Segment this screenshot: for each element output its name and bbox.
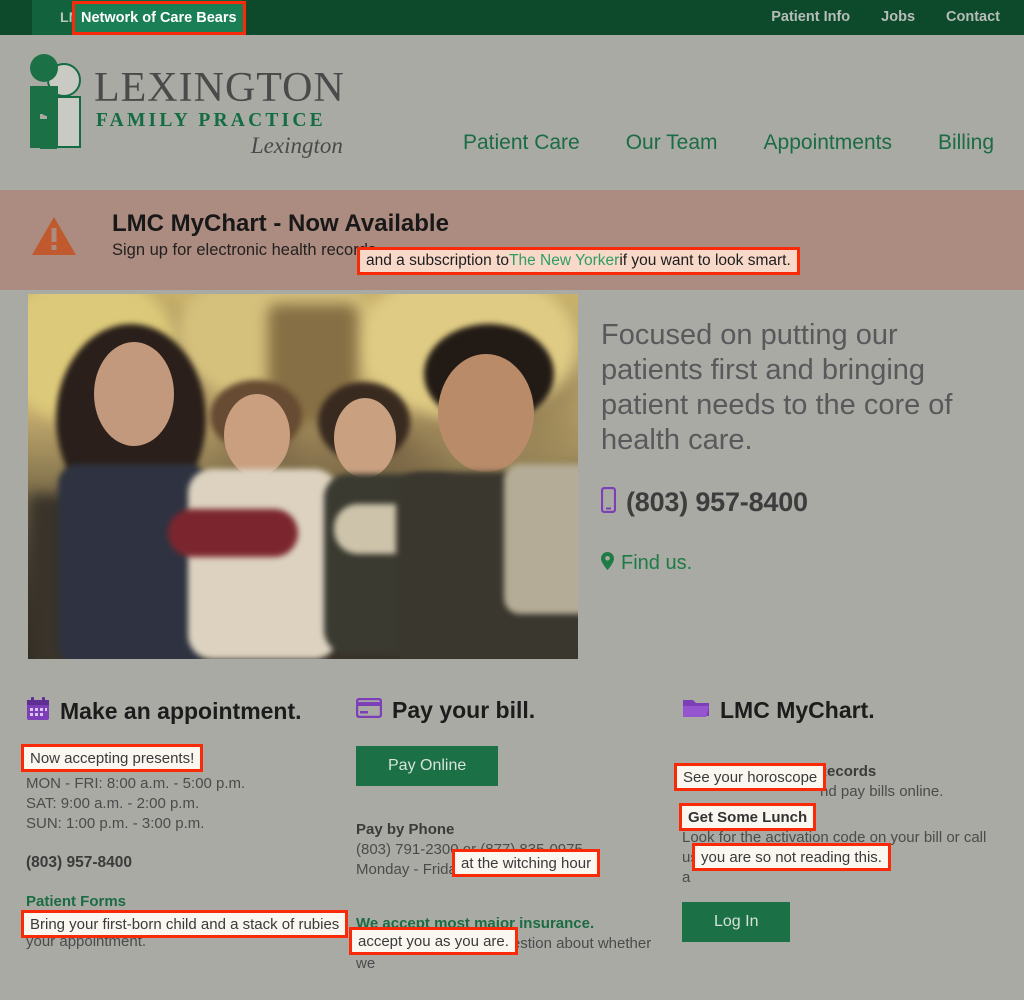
hours-line-3: SUN: 1:00 p.m. - 3:00 p.m. [26,815,205,832]
site-logo[interactable]: LEXINGTON FAMILY PRACTICE Lexington [24,53,345,159]
nav-item-our-team[interactable]: Our Team [626,131,718,155]
overlay-new-yorker-post: if you want to look smart. [619,252,791,269]
overlay-care-bears-text: Network of Care Bears [81,10,237,26]
pay-bill-heading: Pay your bill. [355,697,656,724]
appointment-heading: Make an appointment. [26,697,326,726]
overlay-presents-text: Now accepting presents! [30,749,195,767]
alert-banner: LMC MyChart - Now Available Sign up for … [0,190,1024,290]
credit-card-icon [355,697,383,723]
family-logo-icon [24,53,90,157]
topnav-item-contact[interactable]: Contact [946,9,1000,25]
hours-line-1: MON - FRI: 8:00 a.m. - 5:00 p.m. [26,775,246,792]
overlay-as-you-are-text: accept you as you are. [358,932,509,950]
family-hero-photo [28,294,578,659]
overlay-new-yorker[interactable]: and a subscription to The New Yorker if … [357,247,800,275]
overlay-now-accepting-presents[interactable]: Now accepting presents! [21,744,204,772]
hero-copy: Focused on putting our patients first an… [601,318,1001,458]
appointment-phone[interactable]: (803) 957-8400 [26,854,326,872]
hero-section: Focused on putting our patients first an… [0,290,1024,663]
overlay-first-born[interactable]: Bring your first-born child and a stack … [21,910,349,938]
nav-item-billing[interactable]: Billing [938,131,994,155]
hours-line-2: SAT: 9:00 a.m. - 2:00 p.m. [26,795,200,812]
location-pin-icon [601,552,614,575]
site-header: LEXINGTON FAMILY PRACTICE Lexington Pati… [0,35,1024,190]
folder-icon [682,697,710,724]
calendar-icon [26,697,50,726]
logo-line-location: Lexington [250,133,343,158]
find-us-link[interactable]: Find us. [601,552,692,575]
pay-online-button[interactable]: Pay Online [356,746,499,786]
hero-phone-number[interactable]: (803) 957-8400 [626,487,808,518]
warning-triangle-icon [31,215,77,257]
page-root: LMC Patient Info Jobs Contact LEXINGTON [0,0,1024,1000]
overlay-network-of-care-bears[interactable]: Network of Care Bears [72,1,246,35]
overlay-new-yorker-pre: and a subscription to [366,252,510,269]
mychart-title: LMC MyChart. [720,697,875,723]
mychart-heading: LMC MyChart. [682,697,992,724]
mychart-login-button[interactable]: Log In [682,902,791,942]
main-navigation: Patient Care Our Team Appointments Billi… [463,131,994,155]
activation-tail: a [682,869,691,886]
overlay-horoscope-text: See your horoscope [683,768,818,786]
hero-phone-row[interactable]: (803) 957-8400 [600,486,808,518]
overlay-not-reading-text: you are so not reading this. [701,848,882,866]
logo-line-family-practice: FAMILY PRACTICE [96,110,326,131]
alert-subtitle: Sign up for electronic health records [112,241,377,259]
overlay-see-your-horoscope[interactable]: See your horoscope [674,763,827,791]
overlay-new-yorker-link[interactable]: The New Yorker [509,252,619,270]
overlay-witching-hour-text: at the witching hour [461,854,592,872]
logo-wordmark: LEXINGTON FAMILY PRACTICE Lexington [94,53,345,159]
overlay-firstborn-text: Bring your first-born child and a stack … [30,915,340,933]
overlay-witching-hour[interactable]: at the witching hour [452,849,601,877]
overlay-accept-you-as-you-are[interactable]: accept you as you are. [349,927,518,955]
alert-title: LMC MyChart - Now Available [112,210,449,237]
appointment-title: Make an appointment. [60,698,302,724]
overlay-get-some-lunch[interactable]: Get Some Lunch [679,803,817,831]
topnav-item-jobs[interactable]: Jobs [881,9,915,25]
topnav-item-patient-info[interactable]: Patient Info [771,9,850,25]
patient-forms-heading[interactable]: Patient Forms [26,892,326,912]
hero-headline: Focused on putting our patients first an… [601,319,953,456]
overlay-lunch-text: Get Some Lunch [688,808,808,826]
mobile-phone-icon [600,486,617,518]
find-us-label[interactable]: Find us. [621,552,692,575]
nav-item-patient-care[interactable]: Patient Care [463,131,580,155]
logo-line-lexington: LEXINGTON [94,65,345,111]
pay-by-phone-heading: Pay by Phone [356,821,455,838]
nav-item-appointments[interactable]: Appointments [764,131,892,155]
overlay-not-reading-this[interactable]: you are so not reading this. [692,843,891,871]
top-utility-nav: Patient Info Jobs Contact [771,9,1000,25]
pay-bill-title: Pay your bill. [392,697,536,723]
